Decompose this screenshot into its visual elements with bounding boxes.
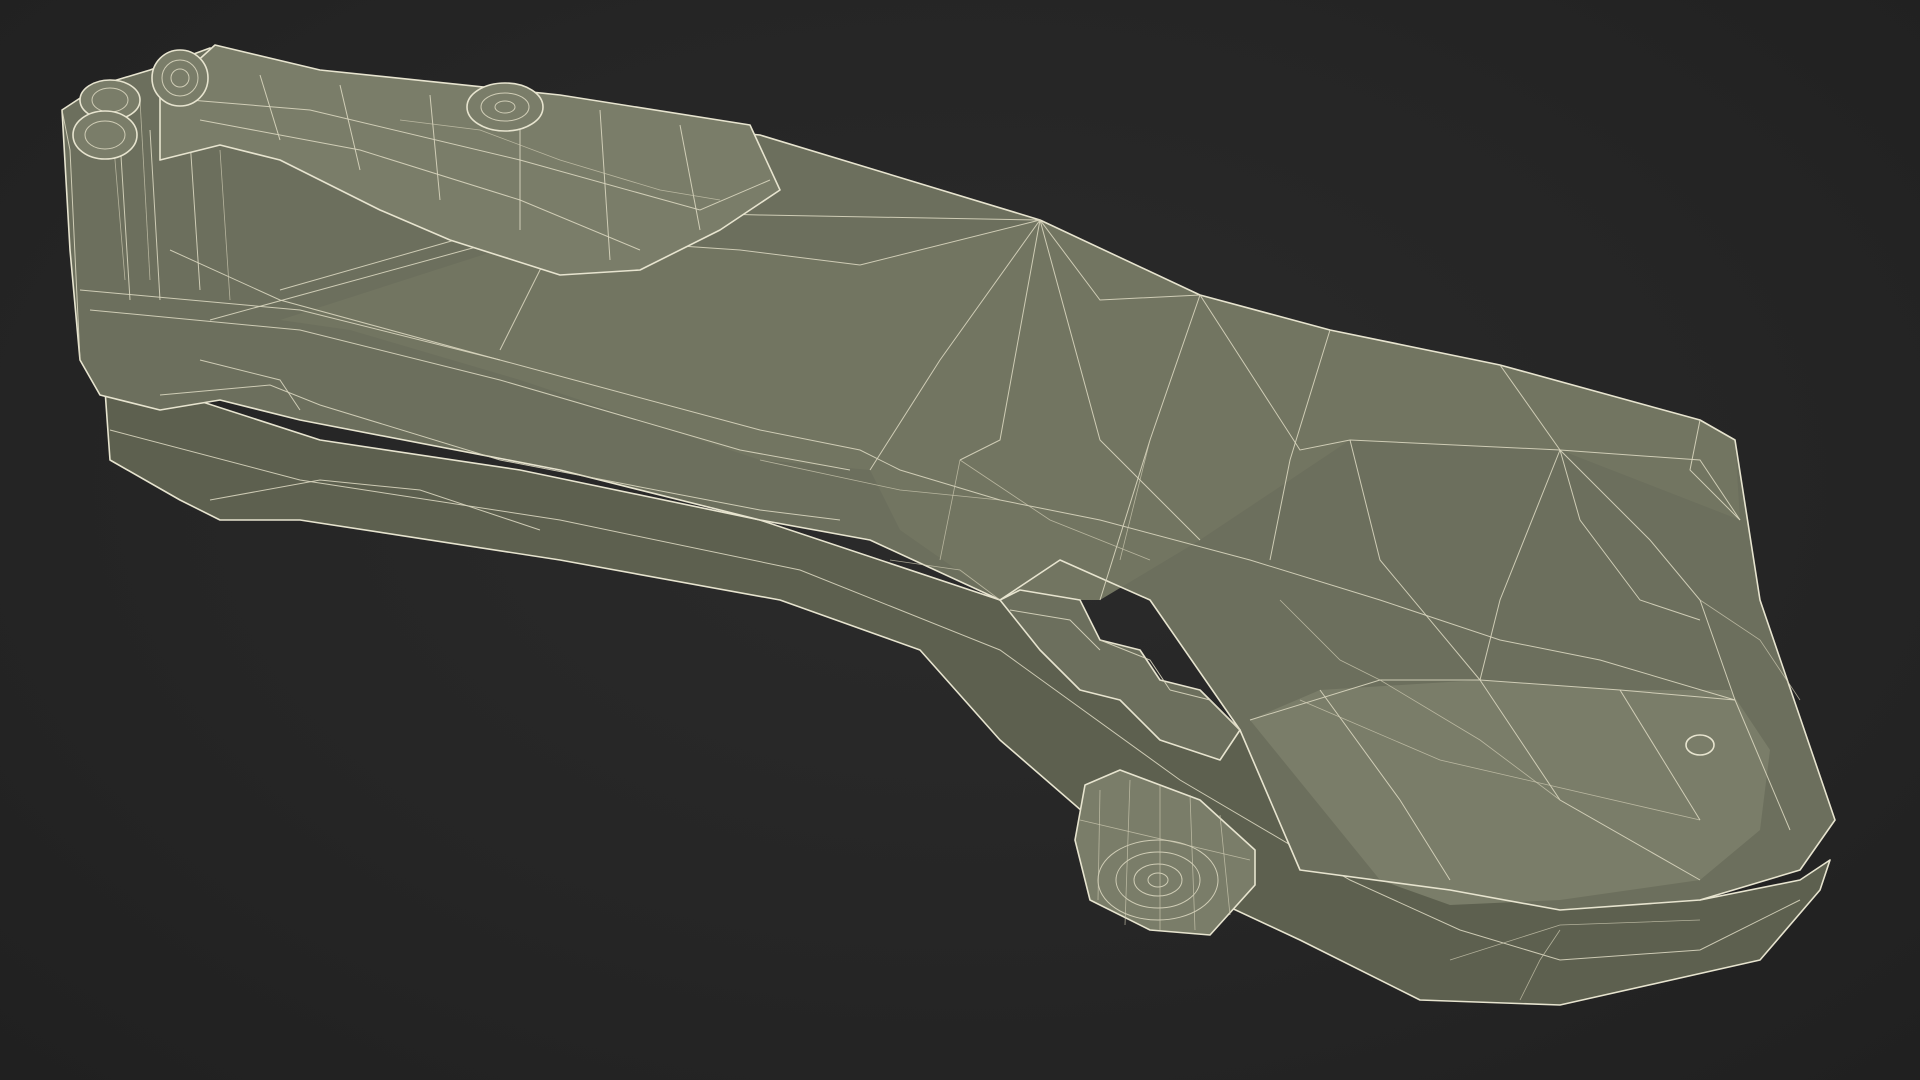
pivot-screw-top [151, 49, 209, 107]
wireframe-render [61, 44, 1836, 1006]
clip-screw-2 [72, 110, 138, 160]
clip-screw-3 [466, 82, 544, 132]
rear-screw [1685, 734, 1715, 756]
render-viewport [0, 0, 1920, 1080]
